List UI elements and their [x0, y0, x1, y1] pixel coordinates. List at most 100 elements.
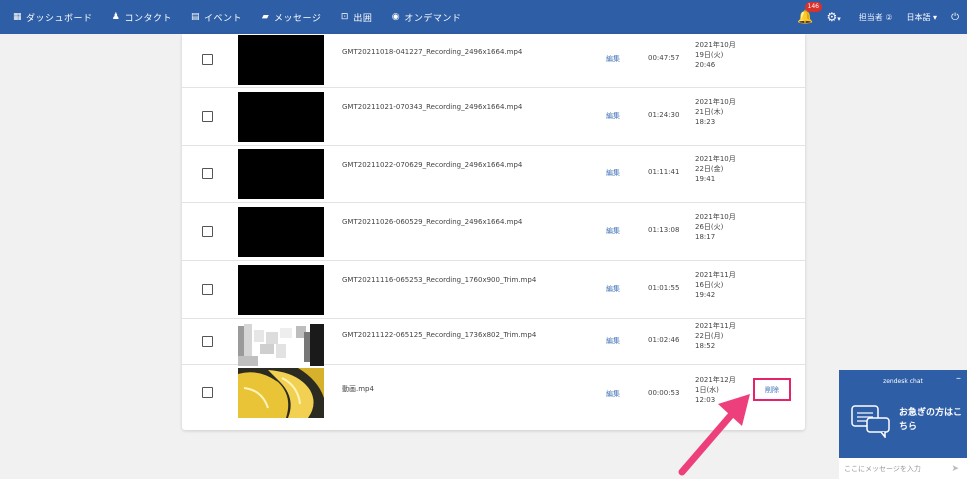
date-day: 26日(火): [695, 223, 724, 231]
date-time: 18:17: [695, 233, 716, 241]
table-row: GMT20211026-060529_Recording_2496x1664.m…: [182, 202, 805, 261]
recorded-date: 2021年11月 22日(月) 18:52: [695, 321, 736, 351]
duration: 01:11:41: [648, 168, 680, 176]
nav-contacts[interactable]: ♟ コンタクト: [111, 11, 173, 24]
minimize-button[interactable]: –: [956, 373, 961, 384]
date-day: 16日(火): [695, 281, 724, 289]
nav-label: オンデマンド: [404, 13, 462, 24]
nav-on-demand[interactable]: ◉ オンデマンド: [390, 11, 461, 24]
row-checkbox[interactable]: [202, 336, 213, 347]
date-time: 20:46: [695, 61, 716, 69]
video-thumbnail[interactable]: [238, 92, 324, 142]
date-month: 2021年12月: [695, 376, 736, 384]
edit-link[interactable]: 編集: [606, 168, 620, 178]
chat-bubble-icon: [851, 405, 890, 438]
duration: 01:24:30: [648, 111, 680, 119]
send-icon[interactable]: ➤: [951, 464, 959, 474]
nav-label: イベント: [204, 13, 243, 24]
chat-prompt[interactable]: お急ぎの方はこちら: [899, 406, 963, 434]
row-checkbox[interactable]: [202, 226, 213, 237]
file-name: GMT20211022-070629_Recording_2496x1664.m…: [342, 161, 523, 169]
recorded-date: 2021年10月 26日(火) 18:17: [695, 212, 736, 242]
nav-label: 出囲: [353, 13, 373, 24]
duration: 01:13:08: [648, 226, 680, 234]
duration: 01:02:46: [648, 336, 680, 344]
attendance-icon: ⊡: [340, 12, 349, 22]
date-month: 2021年10月: [695, 41, 736, 49]
table-row: GMT20211018-041227_Recording_2496x1664.m…: [182, 34, 805, 88]
date-time: 19:41: [695, 175, 716, 183]
nav-label: ダッシュボード: [26, 13, 93, 24]
language-select[interactable]: 日本語 ▾: [907, 12, 938, 23]
notifications-button[interactable]: 🔔 146: [795, 2, 822, 28]
recordings-panel: GMT20211018-041227_Recording_2496x1664.m…: [182, 34, 805, 430]
file-name: GMT20211122-065125_Recording_1736x802_Tr…: [342, 331, 537, 339]
date-day: 21日(木): [695, 108, 724, 116]
video-thumbnail[interactable]: [238, 207, 324, 257]
date-time: 19:42: [695, 291, 716, 299]
date-month: 2021年10月: [695, 155, 736, 163]
video-thumbnail[interactable]: [238, 265, 324, 315]
recorded-date: 2021年10月 21日(木) 18:23: [695, 97, 736, 127]
recorded-date: 2021年11月 16日(火) 19:42: [695, 270, 736, 300]
nav-dashboard[interactable]: ▦ ダッシュボード: [12, 11, 93, 24]
edit-link[interactable]: 編集: [606, 226, 620, 236]
nav-messages[interactable]: ▰ メッセージ: [260, 11, 321, 24]
notification-badge: 146: [804, 2, 822, 12]
person-icon: ♟: [111, 12, 121, 22]
annotation-arrow: [678, 394, 750, 476]
delete-button[interactable]: 削除: [765, 385, 779, 395]
user-menu[interactable]: 担当者 ②: [859, 12, 893, 23]
calendar-icon: ▤: [191, 12, 201, 22]
dashboard-icon: ▦: [12, 12, 22, 22]
date-month: 2021年10月: [695, 213, 736, 221]
edit-link[interactable]: 編集: [606, 284, 620, 294]
table-row: GMT20211122-065125_Recording_1736x802_Tr…: [182, 318, 805, 370]
date-day: 19日(火): [695, 51, 724, 59]
row-checkbox[interactable]: [202, 284, 213, 295]
date-month: 2021年11月: [695, 271, 736, 279]
video-thumbnail[interactable]: [238, 320, 324, 370]
file-name: GMT20211018-041227_Recording_2496x1664.m…: [342, 48, 523, 56]
top-navigation-bar: ▦ ダッシュボード ♟ コンタクト ▤ イベント ▰ メッセージ ⊡ 出囲 ◉ オンデマンド…: [0, 0, 967, 34]
date-month: 2021年11月: [695, 322, 736, 330]
edit-link[interactable]: 編集: [606, 54, 620, 64]
date-month: 2021年10月: [695, 98, 736, 106]
nav-attendance[interactable]: ⊡ 出囲: [339, 11, 372, 24]
row-checkbox[interactable]: [202, 54, 213, 65]
file-name: 動画.mp4: [342, 385, 374, 393]
gear-icon: ⚙: [826, 10, 838, 24]
edit-link[interactable]: 編集: [606, 111, 620, 121]
duration: 00:47:57: [648, 54, 680, 62]
nav-label: コンタクト: [124, 13, 173, 24]
video-thumbnail[interactable]: [238, 368, 324, 418]
zendesk-chat-widget: zendesk chat – お急ぎの方はこちら ここにメッセージを入力 ➤: [839, 370, 967, 479]
date-time: 18:52: [695, 342, 716, 350]
row-checkbox[interactable]: [202, 111, 213, 122]
header-actions: 🔔 146 ⚙▾ 担当者 ② 日本語 ▾ ⏻: [795, 0, 967, 34]
logout-icon[interactable]: ⏻: [951, 12, 959, 23]
globe-icon: ◉: [391, 12, 401, 22]
video-thumbnail[interactable]: [238, 35, 324, 85]
file-name: GMT20211026-060529_Recording_2496x1664.m…: [342, 218, 523, 226]
date-time: 18:23: [695, 118, 716, 126]
table-row: GMT20211116-065253_Recording_1760x900_Tr…: [182, 260, 805, 319]
nav-events[interactable]: ▤ イベント: [190, 11, 242, 24]
nav-label: メッセージ: [274, 13, 322, 24]
edit-link[interactable]: 編集: [606, 389, 620, 399]
chat-message-input[interactable]: ここにメッセージを入力 ➤: [839, 458, 967, 479]
chat-title: zendesk chat: [883, 378, 923, 385]
table-row: GMT20211021-070343_Recording_2496x1664.m…: [182, 87, 805, 146]
row-checkbox[interactable]: [202, 387, 213, 398]
video-thumbnail[interactable]: [238, 149, 324, 199]
edit-link[interactable]: 編集: [606, 336, 620, 346]
date-day: 22日(金): [695, 165, 724, 173]
recorded-date: 2021年10月 22日(金) 19:41: [695, 154, 736, 184]
table-row: GMT20211022-070629_Recording_2496x1664.m…: [182, 145, 805, 203]
main-nav: ▦ ダッシュボード ♟ コンタクト ▤ イベント ▰ メッセージ ⊡ 出囲 ◉ オンデマンド: [12, 11, 479, 24]
chat-placeholder: ここにメッセージを入力: [844, 464, 921, 473]
row-checkbox[interactable]: [202, 168, 213, 179]
file-name: GMT20211021-070343_Recording_2496x1664.m…: [342, 103, 523, 111]
settings-menu[interactable]: ⚙▾: [827, 10, 841, 24]
message-icon: ▰: [261, 12, 270, 22]
